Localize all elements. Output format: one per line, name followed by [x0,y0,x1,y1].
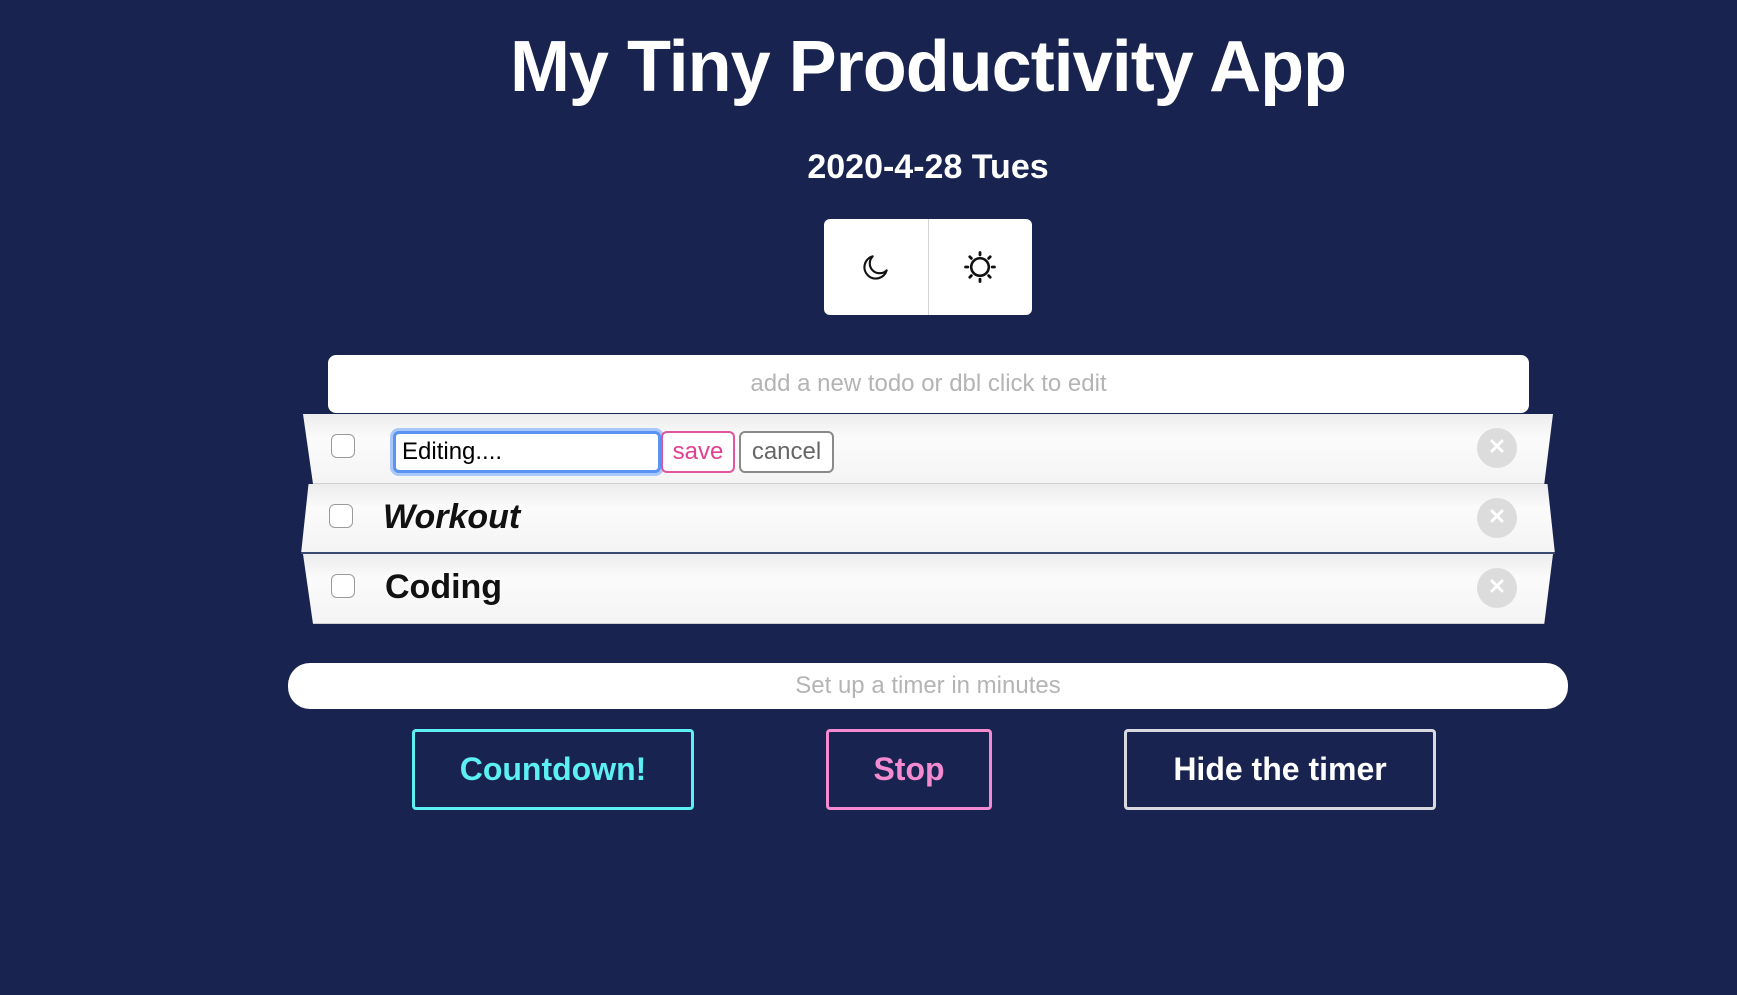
countdown-button[interactable]: Countdown! [412,729,694,810]
sun-icon [963,250,997,284]
light-mode-button[interactable] [927,219,1033,315]
todo-item[interactable]: Coding [303,554,1553,624]
page-title: My Tiny Productivity App [509,27,1347,107]
delete-todo-button[interactable] [1477,568,1517,608]
todo-checkbox[interactable] [331,574,355,598]
edit-todo-input[interactable] [393,431,661,473]
delete-todo-button[interactable] [1477,428,1517,468]
stop-button[interactable]: Stop [826,729,992,810]
todo-item[interactable]: Workout [301,484,1555,554]
cancel-button[interactable]: cancel [739,431,834,473]
app-page: My Tiny Productivity App 2020-4-28 Tues [0,0,1737,995]
close-icon [1489,438,1505,459]
todo-item-editing[interactable]: save cancel [303,414,1553,484]
current-date: 2020-4-28 Tues [807,148,1049,186]
save-button[interactable]: save [661,431,735,473]
hide-timer-button[interactable]: Hide the timer [1124,729,1436,810]
dark-mode-button[interactable] [824,219,928,315]
new-todo-input[interactable] [328,355,1529,413]
todo-text: Coding [385,568,503,606]
todo-text: Workout [383,498,521,536]
theme-toggle [824,219,1032,315]
delete-todo-button[interactable] [1477,498,1517,538]
todo-checkbox[interactable] [329,504,353,528]
close-icon [1489,508,1505,529]
close-icon [1489,578,1505,599]
moon-icon [860,251,892,283]
todo-checkbox[interactable] [331,434,355,458]
timer-minutes-input[interactable] [288,663,1568,709]
